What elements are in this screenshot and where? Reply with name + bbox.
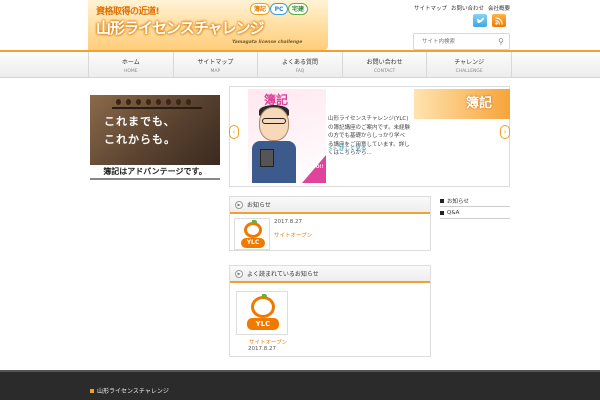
abacus-photo: これまでも、 これからも。: [90, 95, 220, 165]
ylc-logo-thumbnail[interactable]: YLC: [234, 218, 270, 250]
global-nav: ホーム HOME サイトマップ MAP よくある質問 FAQ お問い合わせ CO…: [0, 50, 600, 78]
banner-headline-2: これからも。: [104, 133, 176, 146]
nav-item-map[interactable]: サイトマップ MAP: [174, 52, 259, 78]
popular-panel: ▶ よく読まれているお知らせ YLC サイトオープン 2017.8.27: [229, 265, 431, 357]
nav-sublabel: FAQ: [295, 68, 305, 74]
rss-icon[interactable]: [492, 14, 506, 27]
category-badge-pc: PC: [270, 3, 288, 15]
square-bullet-icon: [440, 210, 444, 215]
sidebar-item-qa[interactable]: Q&A: [440, 207, 510, 219]
news-panel: ▶ お知らせ YLC 2017.8.27 サイトオープン: [229, 196, 431, 251]
category-badge-takken: 宅建: [288, 3, 308, 15]
sidebar-item-news[interactable]: お知らせ: [440, 195, 510, 207]
footer-title-label: 山形ライセンスチャレンジ: [97, 388, 169, 395]
nav-label: お問い合わせ: [366, 58, 403, 66]
character-face: [259, 107, 289, 141]
ylc-flower-icon: [244, 222, 262, 238]
ylc-logo-text: YLC: [247, 318, 279, 330]
ylc-leaf-icon: [262, 294, 267, 298]
popular-item-date: 2017.8.27: [248, 346, 276, 352]
popular-panel-header: ▶ よく読まれているお知らせ: [230, 266, 430, 283]
boki-promo-banner[interactable]: これまでも、 これからも。 簿記はアドバンテージです。: [90, 95, 220, 182]
calculator-icon: [260, 149, 274, 167]
sidebar-category-list: お知らせ Q&A: [440, 195, 510, 219]
search-box: ⚲: [413, 33, 510, 50]
nav-sublabel: HOME: [123, 68, 138, 74]
slide-badge-right-bg: [414, 89, 510, 119]
footer-title[interactable]: 山形ライセンスチャレンジ: [90, 386, 169, 395]
circle-arrow-icon: ▶: [235, 269, 243, 278]
sns-icons: [473, 14, 506, 27]
logo-catch-copy: 資格取得の近道!: [96, 7, 160, 17]
twitter-icon[interactable]: [473, 14, 487, 27]
sidebar-item-label: Q&A: [447, 209, 460, 216]
top-utility-links: サイトマップ お問い合わせ 会社概要: [414, 4, 510, 12]
popular-panel-title: よく読まれているお知らせ: [247, 271, 319, 278]
nav-label: チャレンジ: [454, 58, 485, 66]
nav-item-challenge[interactable]: チャレンジ CHALLENGE: [427, 52, 512, 78]
top-link-company[interactable]: 会社概要: [488, 4, 510, 12]
nav-item-faq[interactable]: よくある質問 FAQ: [258, 52, 343, 78]
chevron-left-icon[interactable]: ‹: [229, 125, 239, 139]
feature-slider: 簿記 GO!! 簿記 山形ライセンスチャレンジ(YLC)の簿記講座のご案内です。…: [229, 86, 510, 187]
nav-sublabel: CONTACT: [373, 68, 396, 74]
nav-label: サイトマップ: [197, 58, 234, 66]
character-body: [252, 141, 296, 183]
logo-subtitle: Yamagata license challenge: [232, 40, 303, 45]
square-bullet-icon: [90, 388, 94, 393]
banner-headline-1: これまでも、: [104, 115, 176, 128]
site-header: 資格取得の近道! 山形ライセンスチャレンジ Yamagata license c…: [0, 0, 600, 52]
nav-sublabel: MAP: [210, 68, 221, 74]
abacus-icon: [112, 97, 202, 109]
ylc-flower-icon: [251, 296, 275, 318]
top-link-contact[interactable]: お問い合わせ: [451, 4, 484, 12]
chevron-right-icon[interactable]: ›: [500, 125, 510, 139]
news-item-link[interactable]: サイトオープン: [274, 231, 312, 239]
ylc-logo-thumbnail[interactable]: YLC: [236, 291, 288, 335]
ylc-leaf-icon: [252, 220, 257, 224]
news-date: 2017.8.27: [274, 219, 302, 225]
banner-caption: 簿記はアドバンテージです。: [90, 165, 220, 180]
slide-more-link[interactable]: >> 詳しく見る: [328, 144, 366, 152]
news-panel-title: お知らせ: [247, 202, 271, 209]
nav-label: ホーム: [121, 58, 140, 66]
nav-label: よくある質問: [281, 58, 318, 66]
sidebar-item-label: お知らせ: [447, 198, 469, 205]
site-footer: 山形ライセンスチャレンジ: [0, 370, 600, 400]
nav-item-home[interactable]: ホーム HOME: [89, 52, 174, 78]
search-input[interactable]: [414, 34, 492, 49]
ylc-logo-text: YLC: [241, 238, 265, 248]
popular-item-link[interactable]: サイトオープン: [249, 338, 287, 346]
go-label: GO!!: [312, 165, 324, 170]
nav-sublabel: CHALLENGE: [455, 68, 483, 74]
logo-title[interactable]: 山形ライセンスチャレンジ: [96, 17, 265, 38]
character-glasses: [262, 118, 286, 124]
top-link-sitemap[interactable]: サイトマップ: [414, 4, 447, 12]
search-icon[interactable]: ⚲: [498, 37, 504, 46]
circle-arrow-icon: ▶: [235, 200, 243, 209]
news-panel-header: ▶ お知らせ: [230, 197, 430, 214]
nav-item-contact[interactable]: お問い合わせ CONTACT: [343, 52, 428, 78]
slide-badge-right: 簿記: [466, 96, 493, 111]
category-badge-boki: 簿記: [250, 3, 270, 15]
square-bullet-icon: [440, 198, 444, 203]
